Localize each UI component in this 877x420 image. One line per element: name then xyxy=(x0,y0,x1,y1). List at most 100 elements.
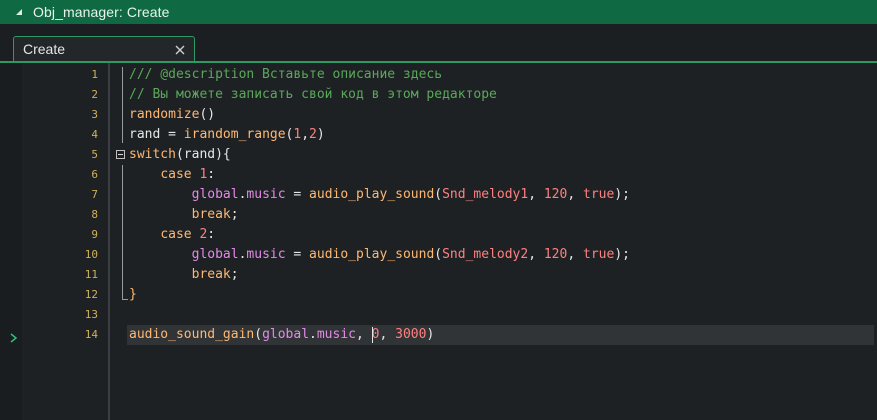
code-token: music xyxy=(246,247,286,262)
code-token: case xyxy=(160,167,192,182)
code-token: 120 xyxy=(543,247,568,262)
fold-minus-icon[interactable] xyxy=(116,150,125,159)
code-token: break xyxy=(191,207,231,222)
code-token: rand xyxy=(129,127,161,142)
text-caret xyxy=(371,327,373,343)
code-token: , xyxy=(356,327,372,342)
window-title: Obj_manager: Create xyxy=(33,4,170,20)
code-text[interactable]: randomize() xyxy=(129,105,215,125)
code-text[interactable]: global.music = audio_play_sound(Snd_melo… xyxy=(129,245,630,265)
code-line[interactable]: 3 randomize() xyxy=(0,105,877,125)
code-token: audio_play_sound xyxy=(309,187,435,202)
code-token: , xyxy=(301,127,310,142)
code-token: . xyxy=(309,327,317,342)
code-line[interactable]: 2 // Вы можете записать свой код в этом р… xyxy=(0,85,877,105)
code-line[interactable]: 9 case 2: xyxy=(0,225,877,245)
close-icon[interactable] xyxy=(174,43,186,55)
code-text[interactable]: } xyxy=(129,285,137,305)
code-token: = xyxy=(160,127,184,142)
code-line[interactable]: 6 case 1: xyxy=(0,165,877,185)
code-token: ; xyxy=(230,207,239,222)
code-line[interactable]: 1 /// @description Вставьте описание здес… xyxy=(0,65,877,85)
line-number: 8 xyxy=(91,208,98,221)
code-token: , xyxy=(567,187,583,202)
code-line[interactable]: 12} xyxy=(0,285,877,305)
code-token: music xyxy=(246,187,286,202)
line-number: 1 xyxy=(91,68,98,81)
current-line-arrow-icon xyxy=(10,330,18,343)
code-line[interactable]: 7 global.music = audio_play_sound(Snd_me… xyxy=(0,185,877,205)
window-titlebar[interactable]: Obj_manager: Create xyxy=(0,0,877,24)
code-token: = xyxy=(285,247,310,262)
code-editor[interactable]: 1 /// @description Вставьте описание здес… xyxy=(0,63,877,420)
code-token: ( xyxy=(434,247,443,262)
code-token: randomize xyxy=(129,107,200,122)
line-number: 10 xyxy=(84,248,98,261)
code-token: : xyxy=(207,167,216,182)
code-line[interactable]: 14 audio_sound_gain(global.music, 0, 3000… xyxy=(0,325,877,345)
code-token: , xyxy=(528,187,544,202)
code-line[interactable]: 11 break; xyxy=(0,265,877,285)
line-number: 14 xyxy=(84,328,98,341)
fold-guide xyxy=(122,67,123,143)
code-text[interactable]: break; xyxy=(129,205,239,225)
code-text[interactable]: break; xyxy=(129,265,239,285)
code-line[interactable]: 13 xyxy=(0,305,877,325)
code-text[interactable]: rand = irandom_range(1,2) xyxy=(129,125,325,145)
code-token: case xyxy=(160,227,192,242)
code-token: Snd_melody2 xyxy=(442,247,529,262)
line-number: 3 xyxy=(91,108,98,121)
code-token: = xyxy=(285,187,310,202)
fold-guide xyxy=(122,165,123,299)
collapse-triangle-icon[interactable] xyxy=(14,7,24,17)
tab-strip: Create xyxy=(0,24,877,62)
line-number: 13 xyxy=(84,308,98,321)
code-token: ; xyxy=(230,267,239,282)
code-token: Snd_melody1 xyxy=(442,187,529,202)
code-token: , xyxy=(379,327,396,342)
code-token: irandom_range xyxy=(183,127,286,142)
code-token: ) xyxy=(426,327,435,342)
code-text[interactable]: case 2: xyxy=(129,225,215,245)
code-text[interactable]: case 1: xyxy=(129,165,215,185)
code-line[interactable]: 4 rand = irandom_range(1,2) xyxy=(0,125,877,145)
line-number: 6 xyxy=(91,168,98,181)
code-token: true xyxy=(583,187,615,202)
code-line[interactable]: 5 switch(rand){ xyxy=(0,145,877,165)
code-text[interactable]: global.music = audio_play_sound(Snd_melo… xyxy=(129,185,630,205)
line-number: 9 xyxy=(91,228,98,241)
code-token: break xyxy=(191,267,231,282)
line-number: 4 xyxy=(91,128,98,141)
code-text[interactable]: switch(rand){ xyxy=(129,145,231,165)
code-token: global xyxy=(262,327,310,342)
code-token: 3000 xyxy=(395,327,427,342)
code-line[interactable]: 10 global.music = audio_play_sound(Snd_m… xyxy=(0,245,877,265)
code-token: global xyxy=(191,187,239,202)
code-token: // Вы можете записать свой код в этом ре… xyxy=(129,87,497,102)
tab-create[interactable]: Create xyxy=(13,36,195,61)
code-text[interactable]: // Вы можете записать свой код в этом ре… xyxy=(129,85,497,105)
line-number: 5 xyxy=(91,148,98,161)
code-line[interactable]: 8 break; xyxy=(0,205,877,225)
line-number: 7 xyxy=(91,188,98,201)
line-number: 11 xyxy=(84,268,98,281)
line-number: 2 xyxy=(91,88,98,101)
code-token: : xyxy=(207,227,216,242)
code-token: ); xyxy=(614,187,630,202)
code-token: ) xyxy=(316,127,325,142)
code-editor-window: Obj_manager: Create Create 1 /// @descrip… xyxy=(0,0,877,420)
code-token: ( xyxy=(434,187,443,202)
fold-end-marker xyxy=(122,299,128,300)
code-text[interactable]: audio_sound_gain(global.music, 0, 3000) xyxy=(129,325,434,345)
code-token: ( xyxy=(254,327,263,342)
code-text[interactable]: /// @description Вставьте описание здесь xyxy=(129,65,442,85)
code-token: 120 xyxy=(543,187,568,202)
code-token: switch xyxy=(129,147,176,162)
code-token: , xyxy=(528,247,544,262)
